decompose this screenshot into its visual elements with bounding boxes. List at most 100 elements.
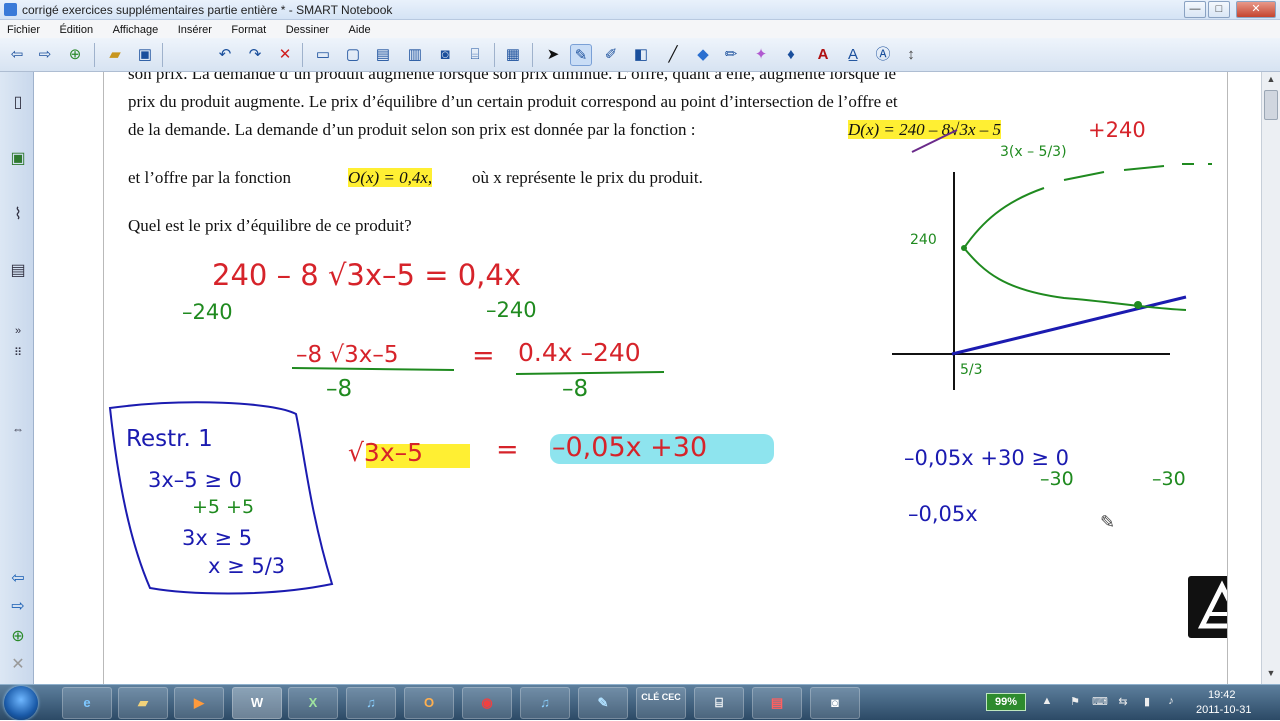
open-icon[interactable]: ▰ bbox=[104, 44, 126, 66]
app-icon bbox=[4, 3, 17, 16]
gallery-icon[interactable]: ▣ bbox=[6, 146, 30, 172]
vertical-scrollbar[interactable]: ▲ ▼ bbox=[1261, 72, 1280, 684]
flag-icon[interactable]: ⚑ bbox=[1068, 695, 1082, 709]
word-icon[interactable]: W bbox=[232, 687, 282, 719]
fraction-bar-left bbox=[291, 367, 455, 371]
menu-dessiner[interactable]: Dessiner bbox=[279, 20, 337, 38]
toolbar-separator bbox=[532, 43, 533, 67]
ink-eq2-eq: = bbox=[472, 340, 495, 371]
maximize-button[interactable]: □ bbox=[1208, 1, 1230, 18]
resize-handle-icon[interactable]: ⇔ bbox=[6, 416, 30, 442]
notebook-page[interactable]: son prix. La demande d’un produit augmen… bbox=[104, 72, 1227, 684]
scroll-up-icon[interactable]: ▲ bbox=[1264, 74, 1278, 88]
notebook-icon[interactable]: ✎ bbox=[578, 687, 628, 719]
toolbar-separator bbox=[302, 43, 303, 67]
chevron-up-icon[interactable]: ▲ bbox=[1040, 695, 1054, 709]
ink-eq3-right: –0,05x +30 bbox=[552, 432, 708, 463]
ink-restr-l4: x ≥ 5/3 bbox=[208, 554, 286, 578]
clecec-icon[interactable]: CLÉ CEC bbox=[636, 687, 686, 719]
dual-display-icon[interactable]: ▤ bbox=[372, 44, 394, 66]
table-icon[interactable]: ▦ bbox=[502, 44, 524, 66]
clock-time[interactable]: 19:42 bbox=[1208, 689, 1236, 701]
magic-wand-icon[interactable]: ✦ bbox=[750, 44, 772, 66]
battery-indicator[interactable]: 99% bbox=[986, 693, 1026, 711]
text-icon[interactable]: A bbox=[812, 44, 834, 66]
properties-tab-icon[interactable]: ▤ bbox=[6, 258, 30, 284]
ink-layer: ✎ bbox=[108, 129, 1212, 595]
ink-eq1: 240 – 8 √3x–5 = 0,4x bbox=[212, 258, 522, 292]
network-icon[interactable]: ▮ bbox=[1140, 695, 1154, 709]
scroll-down-icon[interactable]: ▼ bbox=[1264, 668, 1278, 682]
left-sidebar: ▯ ▣ ⌇ ▤ » ⠿ ⇔ ⇦ ⇨ ⊕ ✕ bbox=[0, 72, 34, 684]
shapes-icon[interactable]: ◆ bbox=[692, 44, 714, 66]
media-icon[interactable]: ▶ bbox=[174, 687, 224, 719]
eraser-icon[interactable]: ◧ bbox=[630, 44, 652, 66]
add-page-sidebar-icon[interactable]: ⊕ bbox=[6, 624, 30, 650]
add-page-icon[interactable]: ⊕ bbox=[64, 44, 86, 66]
usb-icon[interactable]: ⇆ bbox=[1116, 695, 1130, 709]
document-camera-icon[interactable]: ◙ bbox=[434, 44, 456, 66]
start-button[interactable] bbox=[4, 686, 38, 720]
itunes2-icon[interactable]: ♫ bbox=[520, 687, 570, 719]
select-icon[interactable]: ➤ bbox=[542, 44, 564, 66]
menu-format[interactable]: Format bbox=[224, 20, 274, 38]
creative-pen-icon[interactable]: ✐ bbox=[600, 44, 622, 66]
line-icon[interactable]: ╱ bbox=[662, 44, 684, 66]
ink-restr-title: Restr. 1 bbox=[126, 426, 213, 452]
full-screen-icon[interactable]: ▢ bbox=[342, 44, 364, 66]
ink-ineq-l1: –0,05x +30 ≥ 0 bbox=[904, 446, 1069, 470]
pen-icon[interactable]: ✎ bbox=[570, 44, 592, 66]
magic-pen-icon[interactable]: ✏ bbox=[720, 44, 742, 66]
title-bar[interactable]: corrigé exercices supplémentaires partie… bbox=[0, 0, 1280, 20]
ink-eq1-sub-right: –240 bbox=[486, 298, 537, 322]
scanner-icon[interactable]: ⌸ bbox=[694, 687, 744, 719]
menu-affichage[interactable]: Affichage bbox=[106, 20, 167, 38]
next-page-icon[interactable]: ⇨ bbox=[6, 594, 30, 620]
attachments-icon[interactable]: ⌇ bbox=[6, 202, 30, 228]
menu-edition[interactable]: Édition bbox=[52, 20, 101, 38]
itunes-icon[interactable]: ♫ bbox=[346, 687, 396, 719]
minimize-button[interactable]: — bbox=[1184, 1, 1206, 18]
save-icon[interactable]: ▣ bbox=[134, 44, 156, 66]
pdf-icon[interactable]: ▤ bbox=[752, 687, 802, 719]
ie-icon[interactable]: e bbox=[62, 687, 112, 719]
ink-eq2-den-right: –8 bbox=[562, 376, 589, 402]
volume-icon[interactable]: ♪ bbox=[1164, 695, 1178, 709]
windows-taskbar: e ▰ ▶ W X ♫ O ◉ ♫ ✎ CLÉ CEC ⌸ ▤ ◙ 99% ▲ … bbox=[0, 684, 1280, 720]
grip-icon[interactable]: ⠿ bbox=[6, 340, 30, 366]
fraction-bar-right bbox=[515, 371, 665, 375]
explorer-icon[interactable]: ▰ bbox=[118, 687, 168, 719]
scroll-thumb[interactable] bbox=[1264, 90, 1278, 120]
screen-capture-icon[interactable]: ▥ bbox=[404, 44, 426, 66]
system-tray: 99% ▲ ⚑ ⌨ ⇆ ▮ ♪ 19:42 2011-10-31 bbox=[976, 685, 1280, 721]
menu-aide[interactable]: Aide bbox=[342, 20, 379, 38]
prev-page-icon[interactable]: ⇦ bbox=[6, 566, 30, 592]
menu-inserer[interactable]: Insérer bbox=[171, 20, 220, 38]
close-button[interactable]: ✕ bbox=[1236, 1, 1276, 18]
undo-icon[interactable]: ↶ bbox=[214, 44, 236, 66]
redo-icon[interactable]: ↷ bbox=[244, 44, 266, 66]
outlook-icon[interactable]: O bbox=[404, 687, 454, 719]
ink-eq3-eq: = bbox=[496, 434, 519, 465]
fill-icon[interactable]: ♦ bbox=[780, 44, 802, 66]
delete-icon[interactable]: ✕ bbox=[274, 44, 296, 66]
menu-fichier[interactable]: Fichier bbox=[0, 20, 48, 38]
page-sorter-icon[interactable]: ▯ bbox=[6, 90, 30, 116]
forward-icon[interactable]: ⇨ bbox=[34, 44, 56, 66]
clock-date[interactable]: 2011-10-31 bbox=[1196, 704, 1251, 716]
window-title: corrigé exercices supplémentaires partie… bbox=[22, 3, 393, 17]
ink-ineq-l3: –0,05x bbox=[908, 502, 978, 526]
screen-shade-icon[interactable]: ▭ bbox=[312, 44, 334, 66]
chrome-icon[interactable]: ◉ bbox=[462, 687, 512, 719]
properties-icon[interactable]: Ⓐ bbox=[872, 44, 894, 66]
back-icon[interactable]: ⇦ bbox=[6, 44, 28, 66]
ink-restr-l1: 3x–5 ≥ 0 bbox=[148, 468, 242, 492]
text-style-icon[interactable]: A̲ bbox=[842, 44, 864, 66]
move-toolbar-icon[interactable]: ↕ bbox=[900, 44, 922, 66]
delete-page-sidebar-icon[interactable]: ✕ bbox=[6, 652, 30, 678]
ink-eq3-left: √3x–5 bbox=[348, 438, 424, 467]
camera-icon[interactable]: ⌸ bbox=[464, 44, 486, 66]
excel-icon[interactable]: X bbox=[288, 687, 338, 719]
keyboard-icon[interactable]: ⌨ bbox=[1092, 695, 1108, 709]
camera-tray-icon[interactable]: ◙ bbox=[810, 687, 860, 719]
